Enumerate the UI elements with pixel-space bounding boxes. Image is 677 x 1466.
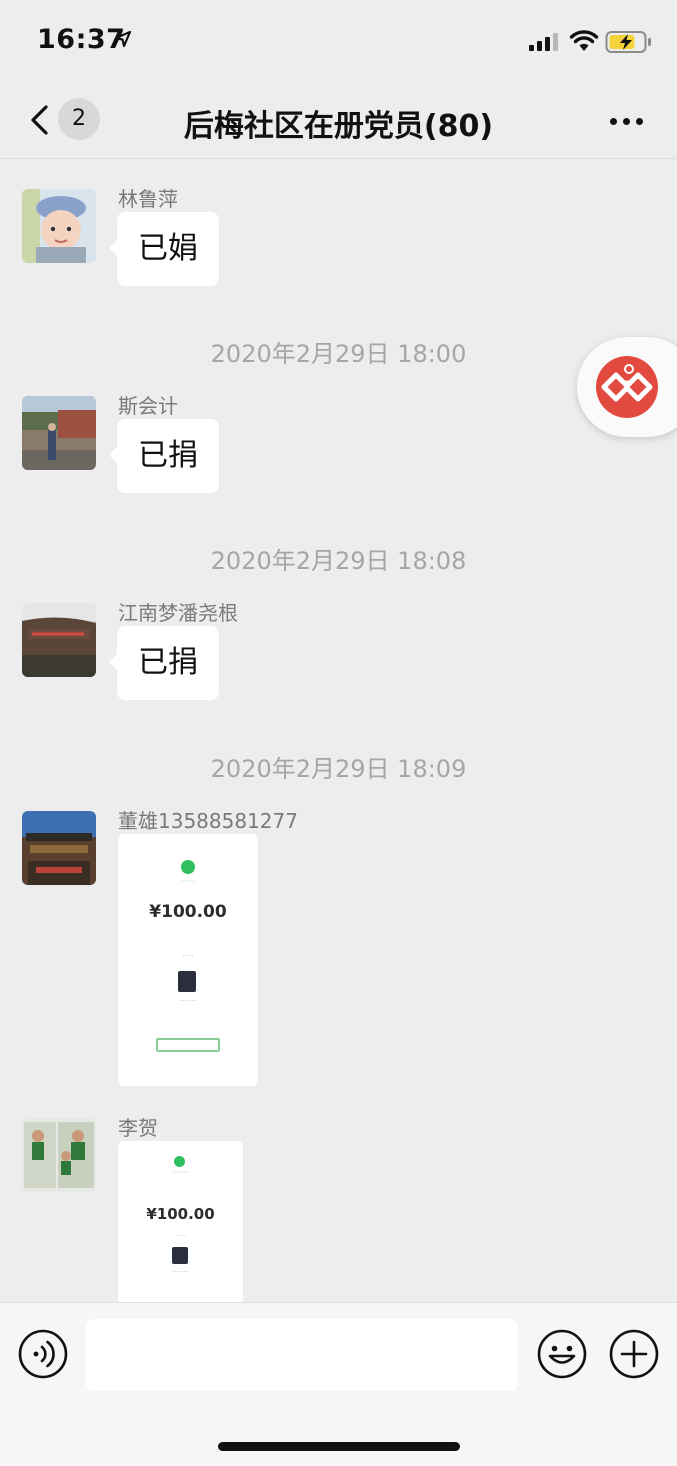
avatar[interactable] — [22, 1118, 96, 1192]
message-bubble[interactable]: 已娟 — [109, 212, 219, 286]
voice-icon[interactable] — [18, 1329, 68, 1379]
message-timestamp: 2020年2月29日 18:00 — [210, 340, 467, 368]
receipt-label: ······ — [180, 877, 196, 886]
battery-charging-icon — [605, 31, 651, 53]
chat-title: 后梅社区在册党员(80) — [183, 109, 494, 144]
message-bubble[interactable]: 已捐 — [109, 626, 219, 700]
receipt-amount: ¥100.00 — [146, 1205, 215, 1223]
wifi-icon — [569, 30, 599, 51]
receipt-status-strip — [118, 1141, 243, 1151]
input-bar — [0, 1302, 677, 1466]
sender-name: 林鲁萍 — [118, 187, 178, 211]
floating-mini-program[interactable] — [577, 337, 677, 437]
sender-name: 江南梦潘尧根 — [118, 601, 238, 625]
location-arrow-icon — [114, 30, 132, 48]
receipt-status-strip — [118, 834, 258, 844]
receipt-note: ····· — [174, 1232, 187, 1240]
sender-name: 李贺 — [118, 1116, 158, 1140]
chat-header: 2 后梅社区在册党员(80) — [0, 84, 677, 159]
status-time: 16:37 — [37, 24, 126, 55]
receipt-note: ······· — [180, 997, 196, 1005]
receipt-amount: ¥100.00 — [149, 902, 227, 922]
home-indicator — [218, 1442, 460, 1451]
receipt-avatar — [178, 971, 196, 992]
wechat-pay-icon — [181, 860, 195, 874]
party-badge-icon — [596, 356, 658, 418]
receipt-avatar — [172, 1247, 188, 1264]
receipt-button — [156, 1038, 220, 1052]
image-message[interactable]: ······ ¥100.00 ····· ······· — [118, 834, 258, 1086]
receipt-note: ····· — [182, 952, 194, 960]
emoji-icon[interactable] — [537, 1329, 587, 1379]
sender-name: 斯会计 — [118, 394, 178, 418]
avatar[interactable] — [22, 603, 96, 677]
status-bar: 16:37 — [0, 0, 677, 84]
image-message[interactable]: ······ ¥100.00 ····· ······· — [118, 1141, 243, 1302]
sender-name: 董雄13588581277 — [118, 809, 298, 833]
receipt-note: ······· — [172, 1268, 189, 1276]
plus-icon[interactable] — [609, 1329, 659, 1379]
wechat-pay-icon — [174, 1156, 185, 1167]
message-bubble[interactable]: 已捐 — [109, 419, 219, 493]
message-input[interactable] — [86, 1319, 518, 1391]
message-timestamp: 2020年2月29日 18:09 — [210, 755, 467, 783]
signal-icon — [529, 33, 558, 51]
more-dots-icon[interactable] — [600, 106, 654, 136]
avatar[interactable] — [22, 396, 96, 470]
avatar[interactable] — [22, 811, 96, 885]
message-timestamp: 2020年2月29日 18:08 — [210, 547, 467, 575]
avatar[interactable] — [22, 189, 96, 263]
receipt-label: ······ — [172, 1168, 189, 1177]
